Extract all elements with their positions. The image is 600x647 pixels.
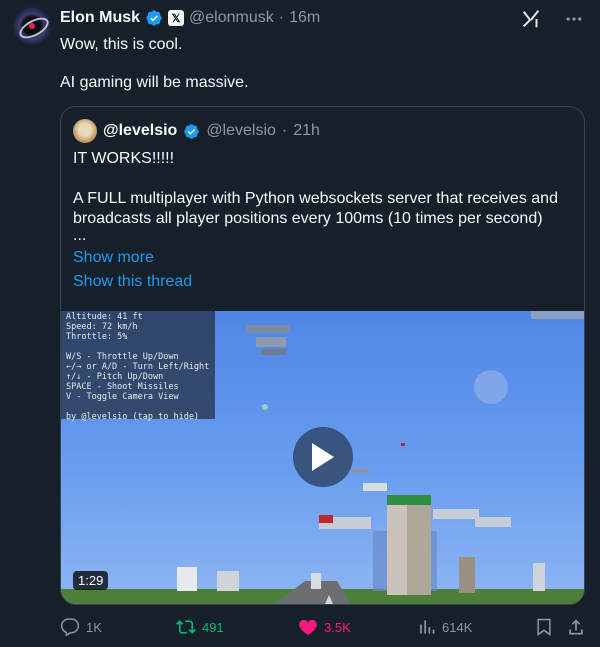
- hud-line: [66, 342, 210, 352]
- verified-badge-icon: [184, 123, 200, 139]
- quoted-post[interactable]: @levelsio @levelsio · 21h IT WORKS!!!!! …: [60, 106, 585, 605]
- hud-line: Throttle: 5%: [66, 332, 128, 342]
- hud-line: W/S - Throttle Up/Down: [66, 352, 179, 362]
- quoted-separator: ·: [281, 122, 288, 139]
- more-icon[interactable]: [564, 9, 584, 29]
- hud-line: by @levelsio (tap to hide): [66, 412, 200, 422]
- video-duration: 1:29: [73, 571, 109, 590]
- share-icon: [569, 619, 583, 635]
- hud-line: ↑/↓ - Pitch Up/Down: [66, 372, 164, 382]
- hud-line: Speed: 72 km/h: [66, 322, 138, 332]
- quoted-text-line1: IT WORKS!!!!!: [73, 150, 175, 167]
- reply-icon: [60, 618, 80, 637]
- verified-badge-icon: [146, 10, 162, 26]
- like-count: 3.5K: [324, 619, 351, 635]
- show-thread-link[interactable]: Show this thread: [73, 273, 192, 291]
- repost-count: 491: [202, 619, 224, 635]
- quoted-handle: @levelsio: [206, 122, 276, 139]
- bookmark-button[interactable]: [534, 617, 554, 637]
- video-player[interactable]: Altitude: 41 ft Speed: 72 km/h Throttle:…: [61, 311, 584, 604]
- x-affiliation-icon: 𝕏: [168, 10, 185, 26]
- quoted-text-line3: broadcasts all player positions every 10…: [73, 210, 543, 227]
- hud-line: SPACE - Shoot Missiles: [66, 382, 179, 392]
- bookmark-icon: [537, 618, 551, 636]
- header-separator: ·: [278, 9, 285, 26]
- quoted-header: @levelsio @levelsio · 21h: [73, 119, 320, 143]
- post-text-line1: Wow, this is cool.: [60, 36, 183, 53]
- grok-icon[interactable]: [520, 8, 542, 30]
- show-more-link[interactable]: Show more: [73, 249, 154, 267]
- avatar-center: [29, 23, 35, 29]
- heart-icon: [299, 619, 317, 635]
- game-hud-overlay[interactable]: Altitude: 41 ft Speed: 72 km/h Throttle:…: [61, 311, 215, 422]
- reply-count: 1K: [86, 619, 102, 635]
- repost-icon: [176, 620, 196, 634]
- hud-line: ←/→ or A/D - Turn Left/Right: [66, 362, 210, 372]
- quoted-author-name: @levelsio: [103, 122, 178, 139]
- views-count: 614K: [442, 619, 473, 635]
- hud-line: [66, 402, 210, 412]
- post-header: Elon Musk 𝕏 @elonmusk · 16m: [60, 7, 320, 29]
- like-button[interactable]: 3.5K: [298, 617, 351, 637]
- quoted-avatar: [73, 119, 97, 143]
- post-top-actions: [520, 8, 584, 30]
- quoted-time: 21h: [293, 122, 320, 139]
- repost-button[interactable]: 491: [176, 617, 224, 637]
- post-actions: 1K 491 3.5K 614K: [60, 617, 588, 637]
- share-button[interactable]: [566, 617, 586, 637]
- post-time[interactable]: 16m: [289, 9, 320, 27]
- reply-button[interactable]: 1K: [60, 617, 102, 637]
- hud-line: Altitude: 41 ft: [66, 312, 143, 322]
- post-text-line2: AI gaming will be massive.: [60, 74, 249, 91]
- hud-line: V - Toggle Camera View: [66, 392, 179, 402]
- views-button[interactable]: 614K: [416, 617, 472, 637]
- play-icon: [312, 443, 334, 471]
- author-name[interactable]: Elon Musk: [60, 9, 140, 27]
- author-handle[interactable]: @elonmusk: [189, 9, 274, 27]
- play-button[interactable]: [293, 427, 353, 487]
- quoted-text-ellipsis: ...: [73, 227, 87, 244]
- author-avatar[interactable]: [12, 6, 52, 46]
- views-icon: [420, 620, 435, 634]
